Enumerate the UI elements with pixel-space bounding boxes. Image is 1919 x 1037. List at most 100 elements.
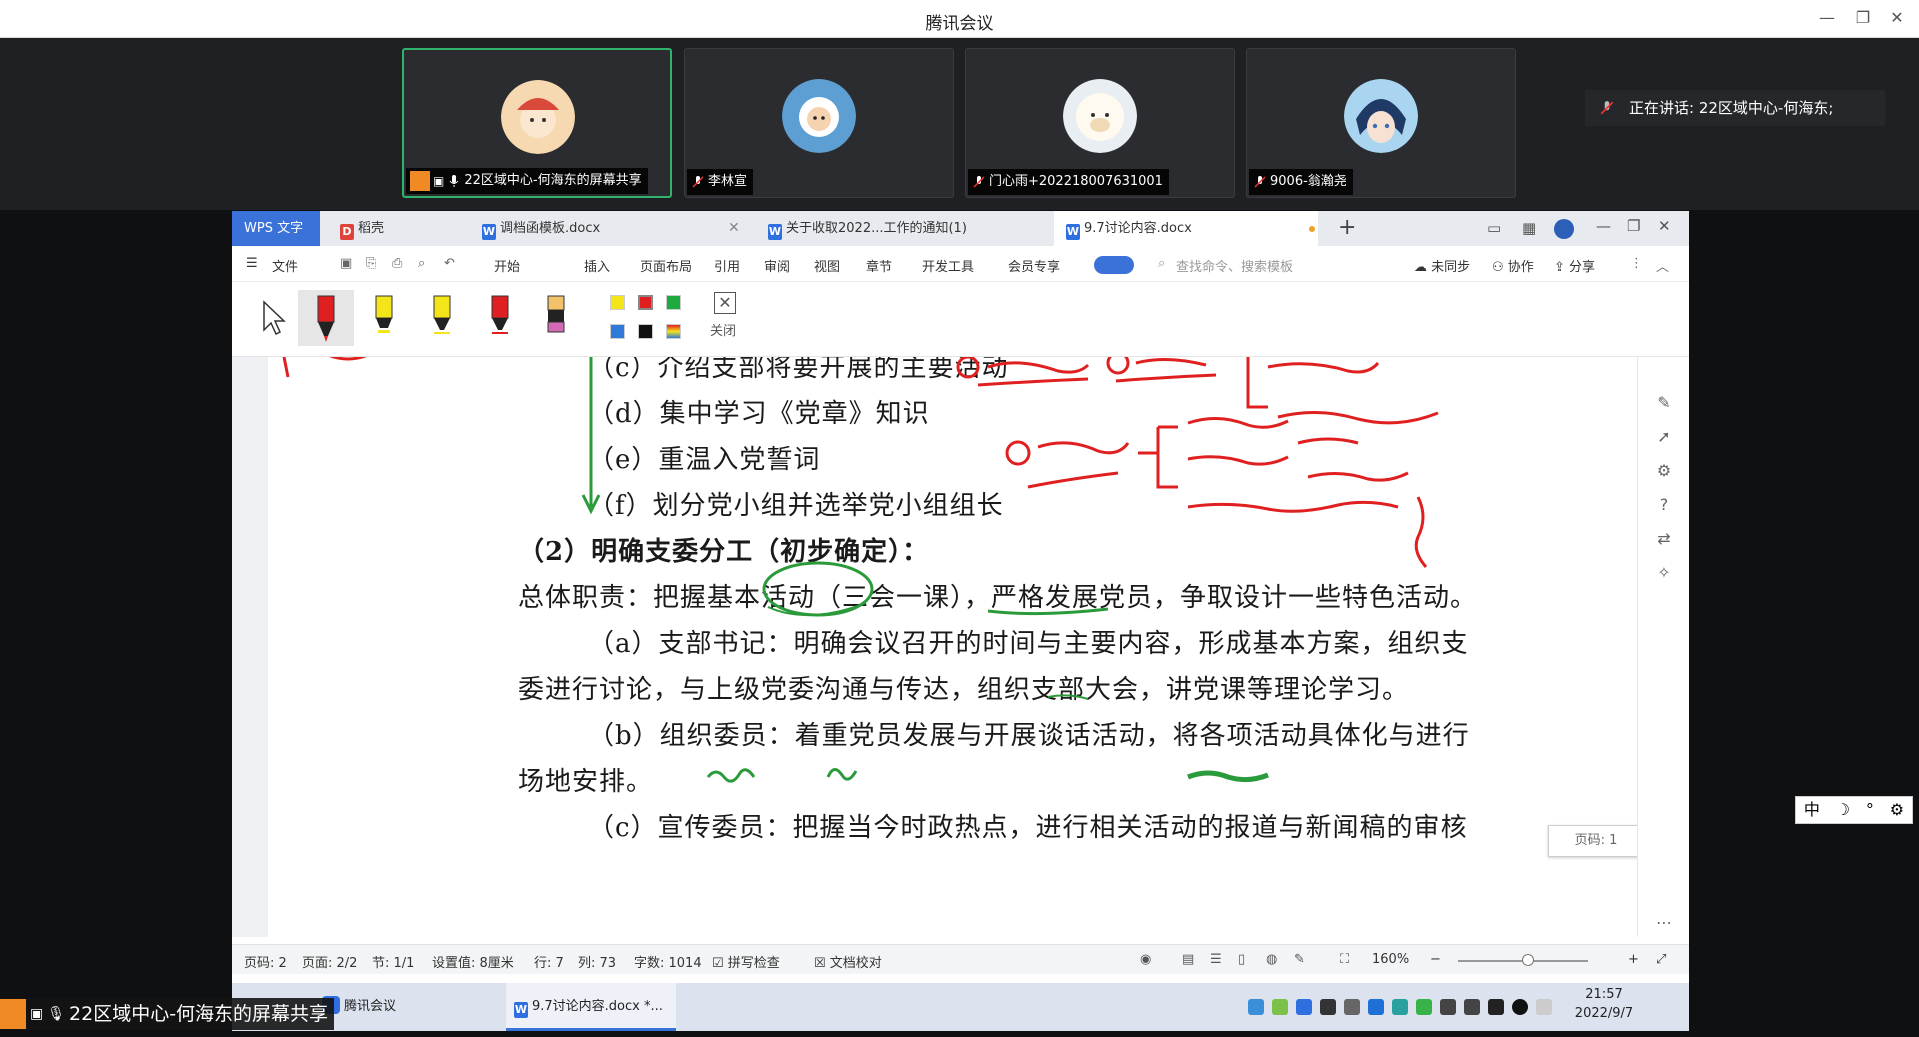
color-red[interactable] xyxy=(638,295,653,310)
yellow-pen-icon[interactable] xyxy=(422,290,462,346)
menu-dev-tools[interactable]: 开发工具 xyxy=(922,256,974,275)
doc-proof[interactable]: ☒ 文档校对 xyxy=(814,952,882,971)
gear-icon[interactable]: ⚙ xyxy=(1890,797,1904,823)
fit-icon[interactable]: ⛶ xyxy=(1340,952,1349,967)
menu-reference[interactable]: 引用 xyxy=(714,256,740,275)
qq-tray-icon[interactable] xyxy=(1512,999,1528,1015)
close-icon[interactable]: ✕ xyxy=(1658,217,1671,235)
minimize-button[interactable]: — xyxy=(1815,8,1839,27)
close-button[interactable]: ✕ xyxy=(1885,8,1909,27)
undo-icon[interactable]: ↶ xyxy=(444,256,455,271)
more-dots-icon[interactable]: ⋯ xyxy=(1654,913,1674,933)
app-tray-icon[interactable] xyxy=(1272,999,1288,1015)
toggle-icon[interactable] xyxy=(1094,256,1134,274)
edit-view-icon[interactable]: ✎ xyxy=(1294,952,1305,967)
fullscreen-icon[interactable]: ⤢ xyxy=(1656,952,1666,967)
outline-view-icon[interactable]: ☰ xyxy=(1210,952,1222,967)
participant-tile[interactable]: 李林宣 xyxy=(684,48,954,198)
ime-mode[interactable]: 中 xyxy=(1804,797,1820,823)
zoom-level[interactable]: 160% xyxy=(1372,952,1409,967)
settings-sliders-icon[interactable]: ⚙ xyxy=(1654,461,1674,481)
menu-insert[interactable]: 插入 xyxy=(584,256,610,275)
participant-tile[interactable]: ▣ 22区域中心-何海东的屏幕共享 xyxy=(402,48,672,198)
compass-icon[interactable]: ✧ xyxy=(1654,563,1674,583)
color-black[interactable] xyxy=(638,324,653,339)
tab-notice[interactable]: W 关于收取2022...工作的通知(1) xyxy=(756,211,1051,246)
cloud-tray-icon[interactable] xyxy=(1248,999,1264,1015)
yellow-highlighter-icon[interactable] xyxy=(364,290,404,346)
new-tab-icon[interactable]: + xyxy=(1338,215,1356,240)
read-view-icon[interactable]: ▯ xyxy=(1238,952,1245,967)
layout-icon[interactable]: ▭ xyxy=(1487,219,1501,237)
translate-icon[interactable]: ⇄ xyxy=(1654,529,1674,549)
page-view-icon[interactable]: ▤ xyxy=(1182,952,1194,967)
wifi-tray-icon[interactable] xyxy=(1464,999,1480,1015)
restore-icon[interactable]: ❐ xyxy=(1627,217,1640,235)
cursor-tool-icon[interactable] xyxy=(252,290,292,346)
eye-icon[interactable]: ◉ xyxy=(1140,952,1151,967)
red-pen-icon[interactable] xyxy=(480,290,520,346)
collapse-icon[interactable]: ︿ xyxy=(1656,256,1669,275)
color-green[interactable] xyxy=(666,295,681,310)
document-page[interactable]: （c）介绍支部将要开展的主要活动 （d）集中学习《党章》知识 （e）重温入党誓词… xyxy=(268,357,1648,937)
zoom-out-icon[interactable]: − xyxy=(1430,952,1441,967)
menu-member[interactable]: 会员专享 xyxy=(1008,256,1060,275)
share[interactable]: ⇪ 分享 xyxy=(1554,256,1595,275)
menu-layout[interactable]: 页面布局 xyxy=(640,256,692,275)
help-icon[interactable]: ? xyxy=(1654,495,1674,515)
taskbar-item[interactable]: W 9.7讨论内容.docx *... xyxy=(506,983,676,1031)
collaborate[interactable]: ⚇ 协作 xyxy=(1492,256,1534,275)
close-pen-icon[interactable]: ✕ xyxy=(714,292,736,314)
status-words[interactable]: 字数: 1014 xyxy=(634,952,702,971)
color-yellow[interactable] xyxy=(610,295,625,310)
user-avatar-icon[interactable] xyxy=(1554,219,1574,239)
participant-tile[interactable]: 9006-翁瀚尧 xyxy=(1246,48,1516,198)
color-more-icon[interactable] xyxy=(666,324,681,339)
spell-check[interactable]: ☑ 拼写检查 xyxy=(712,952,780,971)
menu-review[interactable]: 审阅 xyxy=(764,256,790,275)
wechat-tray-icon[interactable] xyxy=(1416,999,1432,1015)
eraser-icon[interactable] xyxy=(536,290,576,346)
color-blue[interactable] xyxy=(610,324,625,339)
hamburger-icon[interactable]: ☰ xyxy=(246,256,258,271)
export-icon[interactable]: ⎘ xyxy=(366,256,376,271)
ime-toolbar[interactable]: 中 ☽ ° ⚙ xyxy=(1795,796,1913,824)
moon-icon[interactable]: ☽ xyxy=(1836,797,1850,823)
apps-grid-icon[interactable]: ▦ xyxy=(1522,219,1536,237)
minimize-icon[interactable]: — xyxy=(1596,217,1611,235)
mic-tray-icon[interactable] xyxy=(1320,999,1336,1015)
menu-start[interactable]: 开始 xyxy=(494,256,520,275)
pen-icon[interactable]: ✎ xyxy=(1654,393,1674,413)
security-tray-icon[interactable] xyxy=(1392,999,1408,1015)
clock[interactable]: 21:57 2022/9/7 xyxy=(1574,987,1634,1021)
menu-view[interactable]: 视图 xyxy=(814,256,840,275)
bluetooth-tray-icon[interactable] xyxy=(1368,999,1384,1015)
usb-tray-icon[interactable] xyxy=(1344,999,1360,1015)
participant-tile[interactable]: 门心雨+202218007631001 xyxy=(965,48,1235,198)
battery-tray-icon[interactable] xyxy=(1488,999,1504,1015)
cloud-sync[interactable]: ☁ 未同步 xyxy=(1414,256,1470,275)
print-icon[interactable]: ⎙ xyxy=(392,256,402,271)
command-search[interactable]: 查找命令、搜索模板 xyxy=(1176,256,1293,275)
menu-file[interactable]: 文件 xyxy=(272,256,298,275)
volume-tray-icon[interactable] xyxy=(1440,999,1456,1015)
zoom-in-icon[interactable]: + xyxy=(1628,952,1639,967)
zoom-slider-handle[interactable] xyxy=(1522,954,1534,966)
meeting-tray-icon[interactable] xyxy=(1296,999,1312,1015)
preview-icon[interactable]: ⌕ xyxy=(418,256,425,271)
wps-app-tab[interactable]: WPS 文字 xyxy=(232,211,320,246)
tab-daoke[interactable]: D 稻壳 xyxy=(328,211,448,246)
screen-share-banner[interactable]: ▣ 🎙 22区域中心-何海东的屏幕共享 xyxy=(0,998,335,1030)
menu-chapter[interactable]: 章节 xyxy=(866,256,892,275)
tab-discussion[interactable]: W 9.7讨论内容.docx xyxy=(1054,211,1318,246)
save-icon[interactable]: ▣ xyxy=(340,256,352,271)
close-pen-label[interactable]: 关闭 xyxy=(710,320,736,339)
web-view-icon[interactable]: ◍ xyxy=(1266,952,1277,967)
pointer-icon[interactable]: ➚ xyxy=(1654,427,1674,447)
restore-button[interactable]: ❐ xyxy=(1851,8,1875,27)
more-icon[interactable]: ⋮ xyxy=(1630,256,1643,271)
punct-icon[interactable]: ° xyxy=(1866,797,1874,823)
ime-tray-icon[interactable] xyxy=(1536,999,1552,1015)
red-marker-icon[interactable] xyxy=(298,290,354,346)
tab-transfer-template[interactable]: W 调档函模板.docx xyxy=(470,211,750,246)
